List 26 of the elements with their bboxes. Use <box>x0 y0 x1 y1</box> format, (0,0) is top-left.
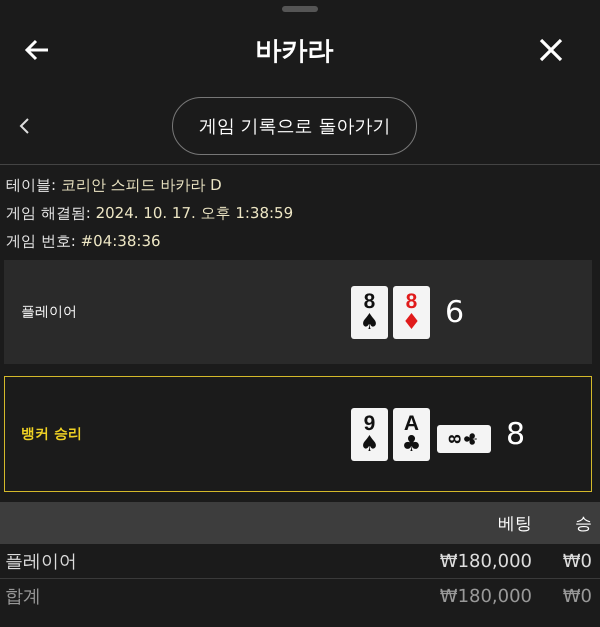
drag-handle[interactable] <box>282 6 318 12</box>
column-header: 승 <box>574 512 593 534</box>
back-to-history-button[interactable]: 게임 기록으로 돌아가기 <box>172 97 418 155</box>
hand-score: 6 <box>445 294 464 330</box>
info-line: 게임 번호: #04:38:36 <box>6 231 162 252</box>
hand-label: 플레이어 <box>21 303 78 321</box>
table-cell-text: 합계 <box>4 585 42 608</box>
table-cell-text: ₩0 <box>562 550 593 572</box>
window-title: 바카라 <box>256 34 334 68</box>
info-line: 테이블: 코리안 스피드 바카라 D <box>6 175 223 196</box>
hand-score: 8 <box>506 416 526 452</box>
back-arrow-icon[interactable] <box>24 39 50 61</box>
hand-label: 뱅커 승리 <box>21 425 83 443</box>
column-header: 베팅 <box>497 512 532 534</box>
playing-card: 9 ♠ <box>351 408 388 460</box>
chevron-left-icon[interactable] <box>18 117 30 135</box>
playing-card: 8 ♣ <box>437 425 491 453</box>
playing-card: 8 ♦ <box>393 286 430 338</box>
close-icon[interactable] <box>539 38 563 62</box>
playing-card: 8 ♠ <box>351 286 388 338</box>
info-line: 게임 해결됨: 2024. 10. 17. 오후 1:38:59 <box>6 203 294 224</box>
table-cell-text: ₩180,000 <box>438 586 532 606</box>
table-cell-text: 플레이어 <box>4 550 78 573</box>
playing-card: A ♣ <box>393 408 430 460</box>
table-cell-text: ₩180,000 <box>438 550 532 572</box>
table-cell-text: ₩0 <box>562 586 593 606</box>
